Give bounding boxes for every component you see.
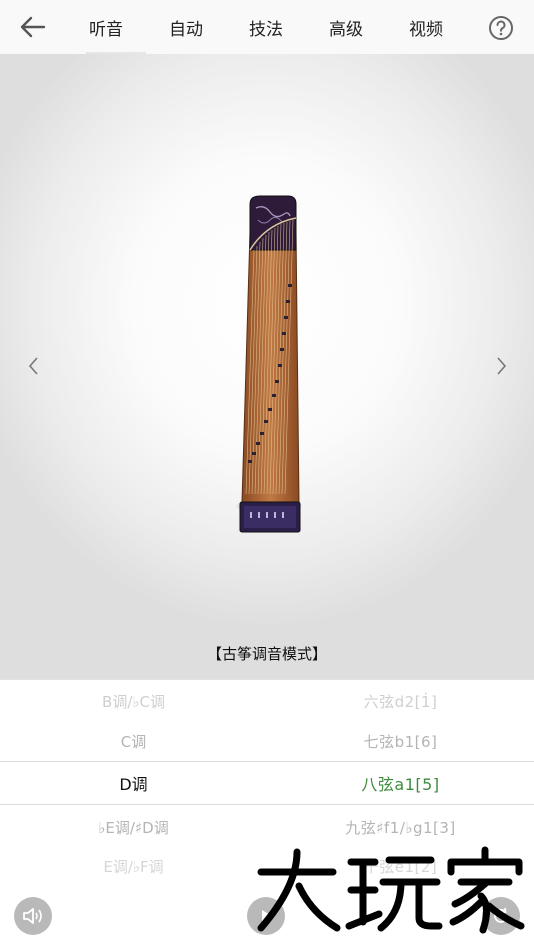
tab-video[interactable]: 视频: [386, 0, 466, 54]
string-option[interactable]: 七弦b1[6]: [267, 731, 534, 752]
top-nav-bar: 听音 自动 技法 高级 视频: [0, 0, 534, 54]
selected-string[interactable]: 八弦a1[5]: [267, 771, 534, 795]
tab-listen[interactable]: 听音: [66, 0, 146, 54]
sound-button[interactable]: [14, 897, 52, 935]
tuning-mode-label: 【古筝调音模式】: [206, 645, 327, 663]
guzheng-image[interactable]: [236, 194, 306, 534]
tab-auto[interactable]: 自动: [146, 0, 226, 54]
back-button[interactable]: [16, 13, 50, 41]
key-option[interactable]: C调: [0, 731, 267, 752]
speaker-icon: [23, 908, 42, 924]
key-option[interactable]: B调/♭C调: [0, 691, 267, 712]
string-option[interactable]: 六弦d2[1̇]: [267, 691, 534, 712]
tab-technique[interactable]: 技法: [226, 0, 306, 54]
picker-row[interactable]: C调 七弦b1[6]: [0, 721, 534, 761]
chevron-right-icon: [497, 357, 507, 375]
picker-row[interactable]: B调/♭C调 六弦d2[1̇]: [0, 681, 534, 721]
selected-key[interactable]: D调: [0, 771, 267, 795]
next-instrument-button[interactable]: [489, 354, 513, 378]
chevron-left-icon: [28, 357, 38, 375]
arrow-left-icon: [20, 16, 46, 38]
instrument-stage: 【古筝调音模式】: [0, 54, 534, 679]
key-option[interactable]: ♭E调/♯D调: [0, 817, 267, 838]
previous-instrument-button[interactable]: [22, 354, 46, 378]
mode-tabs: 听音 自动 技法 高级 视频: [66, 0, 466, 54]
help-button[interactable]: [488, 15, 514, 41]
string-option[interactable]: 九弦♯f1/♭g1[3]: [267, 817, 534, 838]
picker-row[interactable]: ♭E调/♯D调 九弦♯f1/♭g1[3]: [0, 807, 534, 847]
picker-row-selected[interactable]: D调 八弦a1[5]: [0, 761, 534, 805]
watermark-logo: [257, 846, 525, 934]
question-circle-icon: [489, 16, 513, 40]
tab-advanced[interactable]: 高级: [306, 0, 386, 54]
key-option[interactable]: E调/♭F调: [0, 856, 267, 877]
